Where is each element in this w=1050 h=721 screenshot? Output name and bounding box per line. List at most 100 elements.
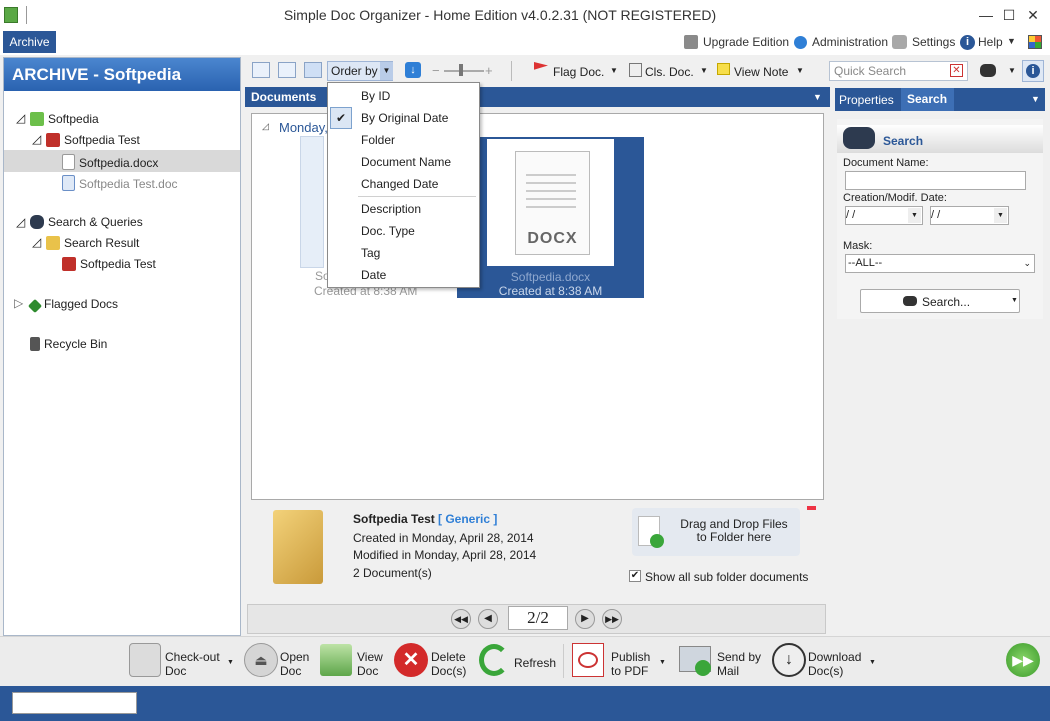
collapse-indicator-icon[interactable]	[807, 506, 816, 510]
date-to-value: / /	[931, 209, 941, 221]
upgrade-edition-link[interactable]: Upgrade Edition	[703, 35, 789, 49]
calendar-dropdown-icon[interactable]: ▼	[908, 208, 921, 223]
flag-doc-button[interactable]: Flag Doc.	[553, 65, 604, 79]
prev-page-icon[interactable]: ◀	[478, 609, 498, 629]
tree-item-flagged-docs[interactable]: Flagged Docs	[27, 297, 118, 314]
file-line	[526, 174, 576, 176]
quick-search-input[interactable]: Quick Search	[829, 61, 968, 81]
download-chevron-down-icon[interactable]: ▼	[869, 659, 876, 666]
menu-item-tag[interactable]: Tag	[328, 242, 479, 264]
archive-panel-header: ARCHIVE - Softpedia	[4, 58, 240, 91]
show-subfolder-label: Show all sub folder documents	[645, 570, 809, 584]
tree-expander-icon[interactable]: ◿	[16, 215, 25, 229]
info-button[interactable]: i	[1022, 60, 1044, 82]
zoom-slider[interactable]	[444, 70, 484, 72]
page-input[interactable]: 2/2	[508, 606, 568, 630]
tree-expander-icon[interactable]: ◿	[16, 111, 25, 125]
help-chevron-down-icon[interactable]: ▼	[1007, 36, 1016, 46]
right-panel-chevron-down-icon[interactable]: ▼	[1031, 94, 1040, 104]
administration-link[interactable]: Administration	[812, 35, 888, 49]
tree-expander-icon[interactable]: ▷	[14, 296, 23, 310]
tree-expander-icon[interactable]: ◿	[32, 132, 41, 146]
view-doc-button[interactable]: View Doc	[357, 650, 387, 678]
eject-icon[interactable]: ⏏	[244, 643, 278, 677]
documents-chevron-down-icon[interactable]: ▼	[813, 92, 822, 102]
next-step-icon[interactable]: ▶▶	[1006, 643, 1040, 677]
show-subfolder-checkbox[interactable]: ✔	[629, 570, 641, 582]
tree-item-softpedia[interactable]: Softpedia	[30, 112, 99, 126]
menu-item-description[interactable]: Description	[328, 198, 479, 220]
open-doc-button[interactable]: Open Doc	[280, 650, 312, 678]
tab-search[interactable]: Search	[901, 88, 954, 111]
calendar-dropdown-icon[interactable]: ▼	[994, 208, 1007, 223]
settings-link[interactable]: Settings	[912, 35, 955, 49]
menu-item-date[interactable]: Date	[328, 264, 479, 286]
tree-item-softpedia-test[interactable]: Softpedia Test	[46, 133, 140, 147]
tree-item-softpedia-test-query[interactable]: Softpedia Test	[62, 257, 156, 271]
zoom-slider-handle[interactable]	[459, 64, 463, 76]
chevron-down-icon[interactable]: ▼	[380, 62, 393, 80]
flag-doc-chevron-down-icon[interactable]: ▼	[610, 66, 618, 75]
tab-archive[interactable]: Archive	[3, 31, 56, 53]
mask-select[interactable]: --ALL-- ⌄	[845, 254, 1035, 273]
cls-doc-button[interactable]: Cls. Doc.	[645, 65, 694, 79]
date-to-input[interactable]: / / ▼	[930, 206, 1009, 225]
tree-item-search-queries[interactable]: Search & Queries	[30, 215, 143, 229]
zoom-out-icon[interactable]: −	[432, 63, 440, 78]
view-doc-icon[interactable]	[320, 644, 352, 676]
document-name-input[interactable]	[845, 171, 1026, 190]
delete-docs-button[interactable]: Delete Doc(s)	[431, 650, 471, 678]
menu-item-by-id[interactable]: By ID	[328, 85, 479, 107]
tree-item-recycle-bin[interactable]: Recycle Bin	[30, 337, 107, 351]
drag-drop-zone[interactable]: Drag and Drop Files to Folder here	[632, 508, 800, 556]
menu-item-document-name[interactable]: Document Name	[328, 151, 479, 173]
publish-chevron-down-icon[interactable]: ▼	[659, 659, 666, 666]
color-grid-icon[interactable]	[1028, 35, 1042, 49]
checkout-doc-button[interactable]: Check-out Doc	[165, 650, 225, 678]
menu-item-changed-date[interactable]: Changed Date	[328, 173, 479, 195]
view-list-icon[interactable]	[252, 62, 270, 78]
document-thumbnail[interactable]	[300, 136, 324, 268]
menu-item-folder[interactable]: Folder	[328, 129, 479, 151]
view-note-chevron-down-icon[interactable]: ▼	[796, 66, 804, 75]
search-chevron-down-icon[interactable]: ▼	[1008, 66, 1016, 75]
delete-icon[interactable]: ✕	[394, 643, 428, 677]
date-from-input[interactable]: / / ▼	[845, 206, 923, 225]
help-menu[interactable]: Help	[978, 35, 1003, 49]
maximize-button[interactable]: ☐	[999, 6, 1019, 24]
publish-pdf-button[interactable]: Publish to PDF	[611, 650, 656, 678]
tree-item-softpedia-docx[interactable]: Softpedia.docx	[62, 154, 158, 170]
zoom-in-icon[interactable]: +	[485, 63, 493, 78]
checkout-chevron-down-icon[interactable]: ▼	[227, 659, 234, 666]
refresh-button[interactable]: Refresh	[514, 656, 556, 670]
send-by-mail-button[interactable]: Send by Mail	[717, 650, 762, 678]
group-collapse-icon[interactable]: ◿	[262, 121, 269, 132]
document-thumbnail[interactable]: DOCX	[487, 139, 614, 266]
menu-item-doc-type[interactable]: Doc. Type	[328, 220, 479, 242]
tree-item-softpedia-test-doc[interactable]: Softpedia Test.doc	[62, 175, 178, 191]
cls-doc-chevron-down-icon[interactable]: ▼	[700, 66, 708, 75]
upgrade-icon	[684, 35, 698, 49]
download-icon[interactable]: ↓	[772, 643, 806, 677]
refresh-icon[interactable]	[479, 644, 509, 676]
view-details-icon[interactable]	[278, 62, 296, 78]
tree-item-search-result[interactable]: Search Result	[46, 236, 139, 250]
next-page-icon[interactable]: ▶	[575, 609, 595, 629]
checkout-lock-icon[interactable]	[129, 643, 161, 677]
binoculars-icon[interactable]	[980, 64, 996, 77]
first-page-icon[interactable]: ◀◀	[451, 609, 471, 629]
view-note-button[interactable]: View Note	[734, 65, 788, 79]
tab-properties[interactable]: Properties	[839, 93, 894, 107]
view-thumbnails-icon[interactable]	[304, 62, 322, 78]
tree-expander-icon[interactable]: ◿	[32, 235, 41, 249]
pdf-icon[interactable]	[572, 643, 604, 677]
close-button[interactable]: ✕	[1023, 6, 1043, 24]
last-page-icon[interactable]: ▶▶	[602, 609, 622, 629]
search-button[interactable]: Search... ▼	[860, 289, 1020, 313]
menu-item-by-original-date[interactable]: By Original Date	[328, 107, 479, 129]
download-docs-button[interactable]: Download Doc(s)	[808, 650, 864, 678]
clear-search-icon[interactable]: ✕	[950, 64, 963, 77]
sort-direction-icon[interactable]: ↓	[405, 62, 421, 78]
document-item-selected[interactable]: DOCX Softpedia.docx Created at 8:38 AM	[457, 137, 644, 298]
minimize-button[interactable]: —	[976, 6, 996, 24]
